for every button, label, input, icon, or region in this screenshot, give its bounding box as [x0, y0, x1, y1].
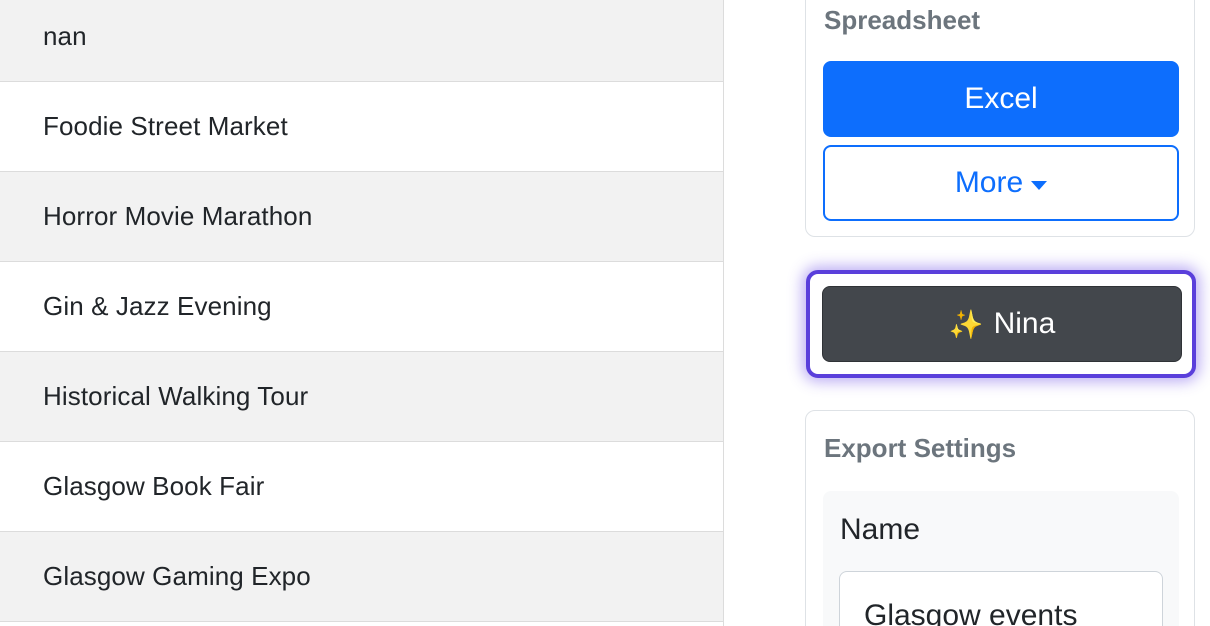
caret-down-icon [1031, 180, 1048, 190]
export-name-section: Name [823, 491, 1179, 626]
table-row[interactable]: nan [0, 0, 723, 82]
table-cell-name: Gin & Jazz Evening [43, 291, 272, 321]
table-cell-name: Horror Movie Marathon [43, 201, 313, 231]
events-table: nan Foodie Street Market Horror Movie Ma… [0, 0, 724, 626]
table-row[interactable]: Historical Walking Tour [0, 352, 723, 442]
table-row[interactable]: Gin & Jazz Evening [0, 262, 723, 352]
excel-export-button[interactable]: Excel [823, 61, 1179, 137]
table-row[interactable]: Glasgow Gaming Expo [0, 532, 723, 622]
spreadsheet-card: Spreadsheet Excel More [805, 0, 1195, 237]
nina-assistant-button[interactable]: ✨ Nina [822, 286, 1182, 362]
table-cell-name: Glasgow Gaming Expo [43, 561, 311, 591]
spreadsheet-card-title: Spreadsheet [824, 5, 981, 35]
more-dropdown-button[interactable]: More [823, 145, 1179, 221]
nina-button-focus-ring: ✨ Nina [806, 270, 1196, 378]
excel-button-label: Excel [964, 82, 1038, 115]
export-settings-card: Export Settings Name [805, 410, 1195, 626]
export-name-input[interactable] [839, 571, 1163, 626]
table-cell-name: nan [43, 21, 87, 51]
table-row[interactable]: Foodie Street Market [0, 82, 723, 172]
table-cell-name: Foodie Street Market [43, 111, 288, 141]
export-settings-title: Export Settings [824, 433, 1017, 463]
nina-button-label: Nina [993, 307, 1056, 340]
more-button-label: More [954, 166, 1024, 199]
table-cell-name: Historical Walking Tour [43, 381, 309, 411]
table-cell-name: Glasgow Book Fair [43, 471, 265, 501]
table-row[interactable]: Glasgow Book Fair [0, 442, 723, 532]
page: nan Foodie Street Market Horror Movie Ma… [0, 0, 1210, 626]
sparkles-icon: ✨ [948, 308, 984, 340]
table-row[interactable]: Horror Movie Marathon [0, 172, 723, 262]
name-field-label: Name [840, 513, 921, 546]
